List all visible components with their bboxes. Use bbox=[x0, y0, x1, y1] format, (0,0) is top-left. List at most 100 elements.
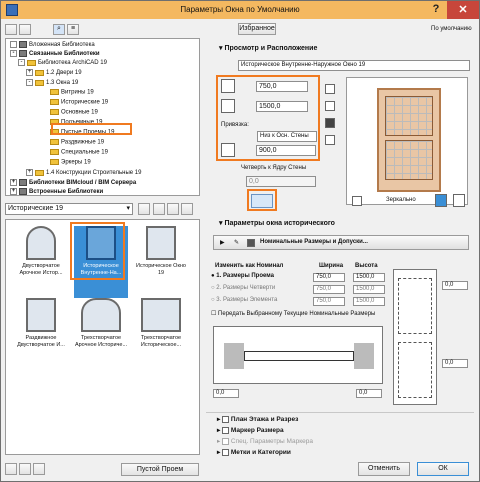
tree-item-special[interactable]: Специальные 19 bbox=[50, 149, 108, 158]
marker-params-icon bbox=[222, 437, 230, 445]
window-3d-preview bbox=[346, 77, 468, 205]
width-header: Ширина bbox=[319, 263, 344, 269]
tree-item-builtin[interactable]: + Встроенные Библиотеки bbox=[10, 188, 103, 197]
upper-sash bbox=[385, 96, 433, 136]
thumb-historic-window[interactable]: Историческое Окно 19 bbox=[134, 226, 188, 298]
title-bar: Параметры Окна по Умолчанию ? ✕ bbox=[1, 1, 479, 19]
tree-item-bimcloud[interactable]: + Библиотеки BIMcloud / BIM Сервера bbox=[10, 179, 136, 188]
section-upper-frame bbox=[398, 278, 432, 334]
tree-item-showcase[interactable]: Витрины 19 bbox=[50, 89, 94, 98]
right-offset-field[interactable]: 0,0 bbox=[356, 389, 382, 398]
section-marker-params[interactable]: ▸ Спец. Параметры Маркера bbox=[217, 437, 313, 446]
cancel-button[interactable]: Отменить bbox=[358, 462, 410, 476]
section-dimension-marker[interactable]: ▸ Маркер Размера bbox=[217, 426, 284, 435]
opening-size-row[interactable]: ● 1. Размеры Проема bbox=[211, 273, 274, 279]
chevron-down-icon: ▾ bbox=[126, 205, 130, 212]
preview-section-header[interactable]: ▾ Просмотр и Расположение bbox=[219, 44, 317, 55]
section-lower-frame bbox=[398, 342, 432, 398]
settings-icon[interactable] bbox=[33, 463, 45, 475]
marker-icon bbox=[222, 426, 230, 434]
section-tags-categories[interactable]: ▸ Метки и Категории bbox=[217, 448, 291, 457]
elevation-icon[interactable] bbox=[325, 101, 335, 111]
window-frame-icon bbox=[377, 88, 441, 192]
reveal-size-row[interactable]: ○ 2. Размеры Четверти bbox=[211, 285, 275, 291]
edit-icon[interactable]: ✎ bbox=[234, 239, 239, 246]
mirror-toggle[interactable] bbox=[352, 196, 362, 206]
lower-sash bbox=[385, 140, 433, 180]
params-section-header[interactable]: ▾ Параметры окна исторического bbox=[219, 219, 335, 230]
large-icons-view-icon[interactable] bbox=[153, 203, 165, 215]
favorites-button[interactable]: Избранное bbox=[238, 23, 276, 35]
tag-icon[interactable] bbox=[19, 463, 31, 475]
library-manager-button[interactable] bbox=[5, 24, 17, 35]
window-preview-icon bbox=[146, 226, 176, 260]
tree-item-windows[interactable]: -1.3 Окна 19 bbox=[26, 79, 78, 88]
plan-wall-left bbox=[224, 343, 244, 369]
folder-select[interactable]: Исторические 19 ▾ bbox=[5, 203, 133, 215]
tree-item-doors[interactable]: +1.2 Двери 19 bbox=[26, 69, 82, 78]
object-name-field[interactable]: Историческое Внутренне-Наружное Окно 19 bbox=[238, 60, 470, 71]
thumb-double-arched[interactable]: Двустворчатое Арочное Истор... bbox=[14, 226, 68, 298]
highlight-historic-folder bbox=[51, 123, 132, 135]
list-view-icon[interactable]: ≡ bbox=[67, 24, 79, 35]
play-icon[interactable]: ▶ bbox=[220, 239, 225, 246]
list-view-button-icon[interactable] bbox=[181, 203, 193, 215]
reveal-width-field[interactable]: 750,0 bbox=[313, 285, 345, 294]
window-title: Параметры Окна по Умолчанию bbox=[180, 5, 300, 14]
ok-button[interactable]: ОК bbox=[417, 462, 469, 476]
section-icon[interactable] bbox=[325, 135, 335, 145]
help-icon[interactable]: ? bbox=[429, 3, 443, 17]
empty-opening-button[interactable]: Пустой Проем bbox=[121, 463, 199, 476]
thumb-triple-arched[interactable]: Трехстворчатое Арочное Историче... bbox=[74, 298, 128, 370]
left-offset-field[interactable]: 0,0 bbox=[213, 389, 239, 398]
tree-item-construction[interactable]: +1.4 Конструкции Строительные 19 bbox=[26, 169, 141, 178]
element-height-field[interactable]: 1500,0 bbox=[353, 297, 385, 306]
reveal-height-field[interactable]: 1500,0 bbox=[353, 285, 385, 294]
params-subsection: Номинальные Размеры и Допуски... bbox=[260, 239, 368, 245]
dialog-window: Параметры Окна по Умолчанию ? ✕ ⌕ ≡ Избр… bbox=[0, 0, 480, 482]
default-label: По умолчанию bbox=[431, 26, 472, 32]
close-button[interactable]: ✕ bbox=[447, 1, 479, 19]
plan-wall-right bbox=[354, 343, 374, 369]
thumb-sliding-double[interactable]: Раздвижное Двустворчатое И... bbox=[14, 298, 68, 370]
element-size-row[interactable]: ○ 3. Размеры Элемента bbox=[211, 297, 277, 303]
reveal-label: Четверть к Ядру Стены bbox=[241, 165, 307, 171]
tree-item-archicad[interactable]: - Библиотека ArchiCAD 19 bbox=[18, 59, 107, 68]
height-header: Высота bbox=[355, 263, 378, 269]
add-icon[interactable] bbox=[5, 463, 17, 475]
reveal-field[interactable]: 0,0 bbox=[246, 176, 316, 187]
thumb-triple-historic[interactable]: Трехстворчатое Историческое... bbox=[134, 298, 188, 370]
search-icon[interactable]: ⌕ bbox=[53, 24, 65, 35]
tree-item-basic[interactable]: Основные 19 bbox=[50, 109, 98, 118]
highlight-anchor-point bbox=[247, 189, 277, 211]
element-width-field[interactable]: 750,0 bbox=[313, 297, 345, 306]
tree-item-bay[interactable]: Эркеры 19 bbox=[50, 159, 91, 168]
page-icon bbox=[247, 239, 255, 247]
rotate-icon[interactable] bbox=[453, 194, 465, 207]
window-preview-icon bbox=[26, 298, 56, 332]
small-icons-view-icon[interactable] bbox=[167, 203, 179, 215]
params-page-bar[interactable]: ▶ ✎ Номинальные Размеры и Допуски... bbox=[213, 235, 469, 250]
tree-item-embedded[interactable]: Вложенная Библиотека bbox=[10, 41, 95, 50]
open-folder-icon[interactable] bbox=[138, 203, 150, 215]
reload-button[interactable] bbox=[19, 24, 31, 35]
transfer-nominal-checkbox[interactable]: ☐ Передать Выбранному Текущие Номинальны… bbox=[211, 310, 375, 317]
highlight-selected-thumb bbox=[70, 222, 125, 280]
right-offset-bottom-field[interactable]: 0,0 bbox=[442, 359, 468, 368]
opening-width-field[interactable]: 750,0 bbox=[313, 273, 345, 282]
tree-item-historic[interactable]: Исторические 19 bbox=[50, 99, 108, 108]
mirror-label: Зеркально bbox=[386, 197, 416, 203]
person-icon[interactable] bbox=[435, 194, 447, 207]
tree-item-sliding[interactable]: Раздвижные 19 bbox=[50, 139, 104, 148]
divider bbox=[206, 412, 474, 413]
tags-icon bbox=[222, 448, 230, 456]
3d-view-icon[interactable] bbox=[325, 118, 335, 128]
opening-height-field[interactable]: 1500,0 bbox=[353, 273, 385, 282]
section-floor-plan[interactable]: ▸ План Этажа и Разрез bbox=[217, 415, 298, 424]
window-preview-icon bbox=[141, 298, 181, 332]
plan-icon bbox=[222, 415, 230, 423]
right-offset-top-field[interactable]: 0,0 bbox=[442, 281, 468, 290]
wall-plane-icon[interactable] bbox=[325, 84, 335, 94]
tree-item-linked[interactable]: - Связанные Библиотеки bbox=[10, 50, 100, 59]
preview-section-title: Просмотр и Расположение bbox=[224, 45, 318, 52]
